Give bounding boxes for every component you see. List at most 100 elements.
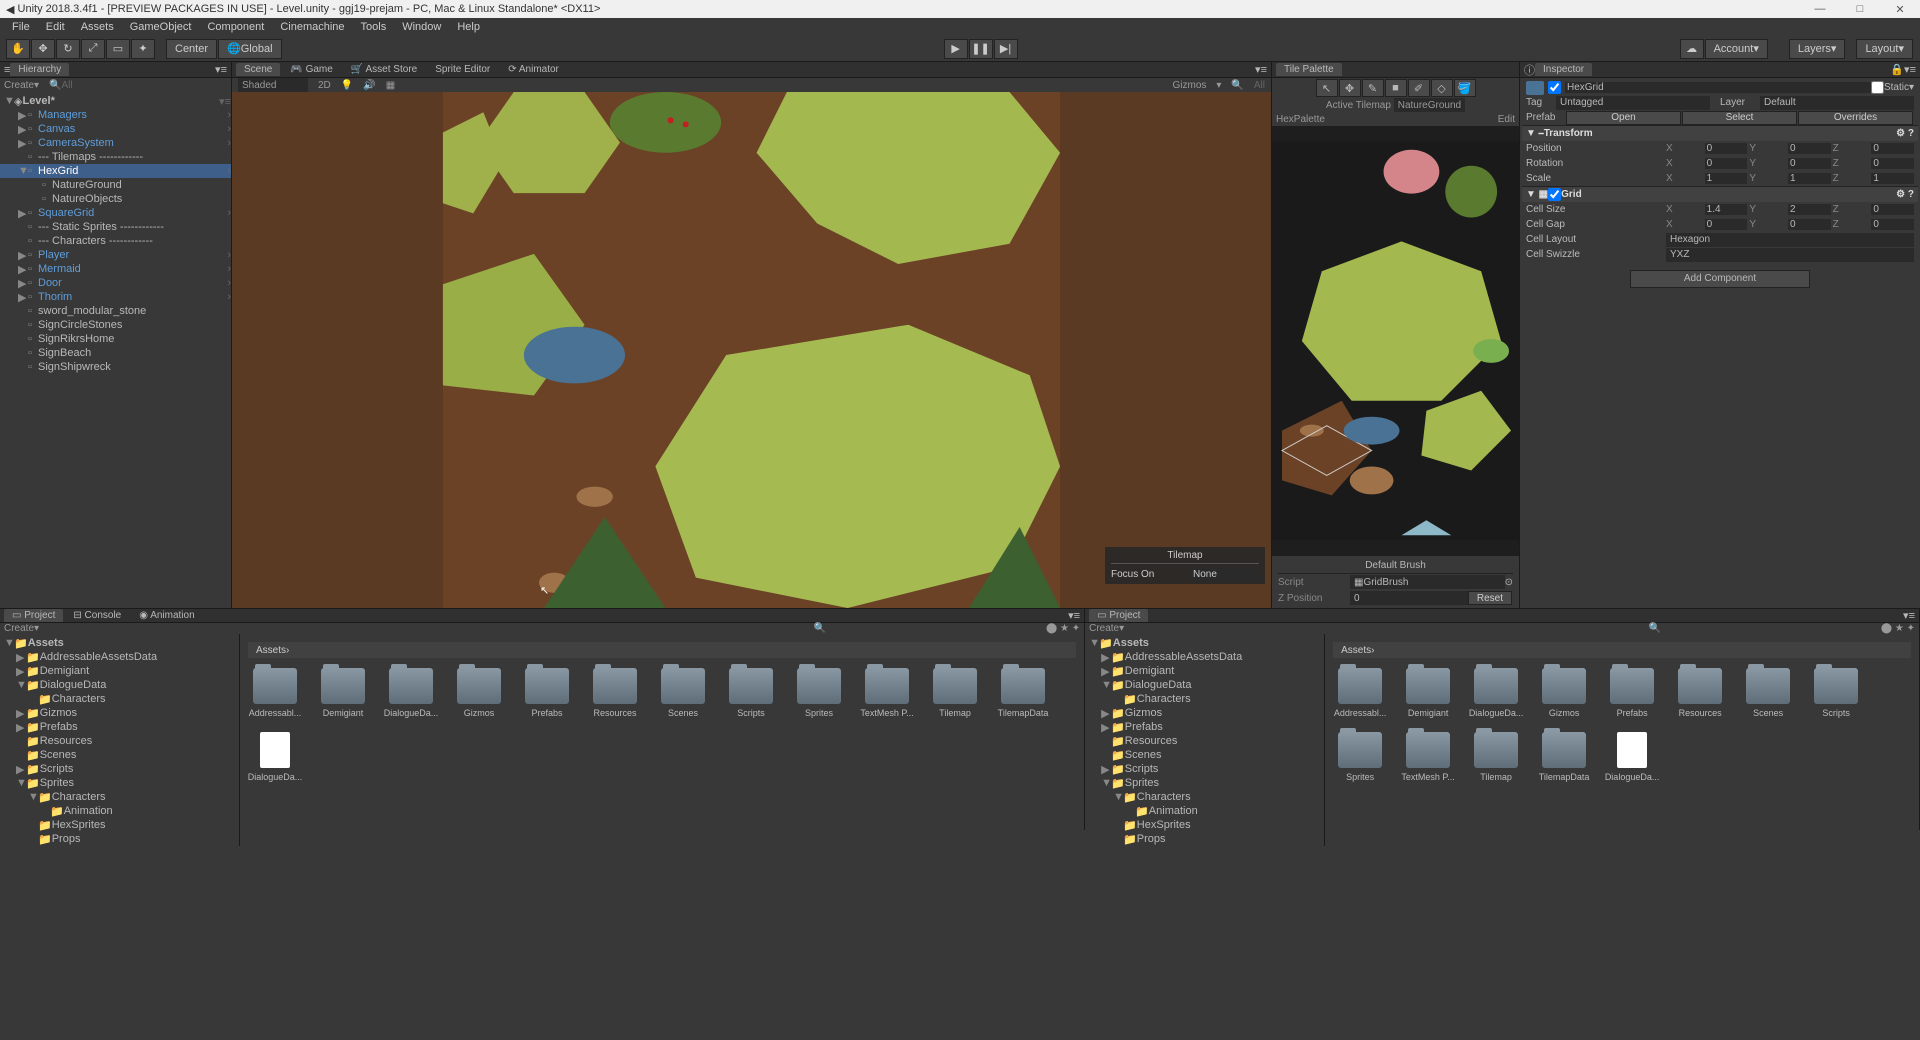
scene-root[interactable]: ▼◈ Level* ▾≡ — [0, 94, 231, 108]
folder-item[interactable]: Sprites — [792, 668, 846, 718]
hierarchy-item[interactable]: ▫--- Characters ------------ — [0, 234, 231, 248]
hierarchy-item[interactable]: ▫NatureGround — [0, 178, 231, 192]
menu-cinemachine[interactable]: Cinemachine — [272, 21, 352, 33]
tree-item[interactable]: ▼📁 Sprites — [1085, 776, 1324, 790]
hierarchy-item[interactable]: ▫sword_modular_stone — [0, 304, 231, 318]
hierarchy-item[interactable]: ▫NatureObjects — [0, 192, 231, 206]
search-icon[interactable]: 🔍 — [1648, 623, 1660, 634]
hierarchy-item[interactable]: ▫SignCircleStones — [0, 318, 231, 332]
tree-item[interactable]: ▶📁 AddressableAssetsData — [0, 650, 239, 664]
project-grid-right[interactable]: Assets › Addressabl...DemigiantDialogueD… — [1325, 634, 1919, 846]
hierarchy-item[interactable]: ▶▫Thorim› — [0, 290, 231, 304]
layout-dropdown[interactable]: Layout ▾ — [1856, 39, 1913, 59]
menu-window[interactable]: Window — [394, 21, 449, 33]
folder-item[interactable]: Prefabs — [1605, 668, 1659, 718]
minimize-button[interactable]: — — [1800, 3, 1840, 15]
palette-viewport[interactable] — [1272, 126, 1519, 556]
overlay-focus-dropdown[interactable]: None — [1189, 567, 1259, 581]
transform-header[interactable]: ▼ ⎯ Transform⚙ ? — [1522, 125, 1918, 141]
folder-item[interactable]: Scenes — [656, 668, 710, 718]
folder-item[interactable]: Scenes — [1741, 668, 1795, 718]
tree-item[interactable]: 📁 Props — [0, 832, 239, 846]
reset-button[interactable]: Reset — [1468, 591, 1512, 605]
folder-item[interactable]: Resources — [1673, 668, 1727, 718]
z-value[interactable]: 0 — [1350, 591, 1468, 605]
tree-item[interactable]: ▶📁 Demigiant — [1085, 664, 1324, 678]
palette-name[interactable]: HexPalette — [1276, 114, 1325, 125]
box-tool[interactable]: ■ — [1385, 79, 1407, 97]
folder-item[interactable]: Addressabl... — [1333, 668, 1387, 718]
tab-animator[interactable]: ⟳ Animator — [500, 63, 567, 76]
hierarchy-item[interactable]: ▶▫CameraSystem› — [0, 136, 231, 150]
cell-layout-dropdown[interactable]: Hexagon — [1666, 233, 1914, 247]
tree-item[interactable]: ▶📁 AddressableAssetsData — [1085, 650, 1324, 664]
menu-file[interactable]: File — [4, 21, 38, 33]
menu-edit[interactable]: Edit — [38, 21, 73, 33]
brush-tool[interactable]: ✎ — [1362, 79, 1384, 97]
eraser-tool[interactable]: ◇ — [1431, 79, 1453, 97]
tree-item[interactable]: ▶📁 Prefabs — [0, 720, 239, 734]
panel-menu-icon[interactable]: ▾≡ — [1255, 63, 1267, 76]
select-tool[interactable]: ↖ — [1316, 79, 1338, 97]
tilepalette-tab[interactable]: Tile Palette — [1276, 63, 1342, 76]
tree-item[interactable]: ▼📁 Characters — [1085, 790, 1324, 804]
hierarchy-item[interactable]: ▶▫Managers› — [0, 108, 231, 122]
hierarchy-item[interactable]: ▼▫HexGrid› — [0, 164, 231, 178]
hierarchy-create[interactable]: Create — [4, 80, 34, 91]
file-item[interactable]: DialogueDa... — [1605, 732, 1659, 782]
folder-item[interactable]: Sprites — [1333, 732, 1387, 782]
project-tree-right[interactable]: ▼📁 Assets▶📁 AddressableAssetsData▶📁 Demi… — [1085, 634, 1325, 846]
tree-item[interactable]: ▶📁 Scripts — [1085, 762, 1324, 776]
layer-dropdown[interactable]: Default — [1760, 96, 1914, 110]
breadcrumb-r[interactable]: Assets — [1341, 645, 1371, 656]
tree-item[interactable]: ▼📁 Assets — [1085, 636, 1324, 650]
close-button[interactable]: ✕ — [1880, 3, 1920, 16]
transform-tool[interactable]: ✦ — [131, 39, 155, 59]
tree-item[interactable]: 📁 Resources — [0, 734, 239, 748]
tree-item[interactable]: 📁 Resources — [1085, 734, 1324, 748]
folder-item[interactable]: DialogueDa... — [1469, 668, 1523, 718]
menu-assets[interactable]: Assets — [73, 21, 122, 33]
layers-dropdown[interactable]: Layers ▾ — [1789, 39, 1846, 59]
tree-item[interactable]: 📁 HexSprites — [0, 818, 239, 832]
grid-header[interactable]: ▼ ▦ Grid⚙ ? — [1522, 186, 1918, 202]
cell-swizzle-dropdown[interactable]: YXZ — [1666, 248, 1914, 262]
search-icon[interactable]: 🔍 — [814, 623, 826, 634]
static-checkbox[interactable] — [1871, 81, 1884, 94]
project-tree-left[interactable]: ▼📁 Assets▶📁 AddressableAssetsData▶📁 Demi… — [0, 634, 240, 846]
shading-mode[interactable]: Shaded — [238, 78, 308, 92]
hierarchy-item[interactable]: ▫--- Static Sprites ------------ — [0, 220, 231, 234]
hierarchy-tab[interactable]: Hierarchy — [10, 63, 69, 76]
tree-item[interactable]: ▶📁 Prefabs — [1085, 720, 1324, 734]
menu-component[interactable]: Component — [199, 21, 272, 33]
folder-item[interactable]: Resources — [588, 668, 642, 718]
folder-item[interactable]: Scripts — [724, 668, 778, 718]
tree-item[interactable]: ▶📁 Demigiant — [0, 664, 239, 678]
prefab-overrides[interactable]: Overrides — [1798, 111, 1913, 125]
prefab-open[interactable]: Open — [1566, 111, 1681, 125]
tree-item[interactable]: ▶📁 Scripts — [0, 762, 239, 776]
play-button[interactable]: ▶ — [944, 39, 968, 59]
project-create[interactable]: Create — [4, 623, 34, 634]
tree-item[interactable]: ▼📁 Assets — [0, 636, 239, 650]
hierarchy-item[interactable]: ▶▫Door› — [0, 276, 231, 290]
folder-item[interactable]: Gizmos — [452, 668, 506, 718]
folder-item[interactable]: Addressabl... — [248, 668, 302, 718]
hierarchy-item[interactable]: ▫SignRikrsHome — [0, 332, 231, 346]
pivot-toggle[interactable]: Center — [166, 39, 217, 59]
folder-item[interactable]: TilemapData — [1537, 732, 1591, 782]
folder-item[interactable]: TilemapData — [996, 668, 1050, 718]
move-tool[interactable]: ✥ — [1339, 79, 1361, 97]
tab-project[interactable]: ▭ Project — [4, 609, 63, 622]
tree-item[interactable]: ▶📁 Gizmos — [0, 706, 239, 720]
hierarchy-search[interactable]: All — [62, 80, 73, 91]
account-dropdown[interactable]: Account ▾ — [1705, 39, 1768, 59]
scene-viewport[interactable]: Tilemap Focus On None ↖ — [232, 92, 1271, 608]
folder-item[interactable]: Gizmos — [1537, 668, 1591, 718]
file-item[interactable]: DialogueDa... — [248, 732, 302, 782]
folder-item[interactable]: TextMesh P... — [1401, 732, 1455, 782]
tab-spriteeditor[interactable]: Sprite Editor — [427, 63, 498, 76]
cloud-button[interactable]: ☁ — [1680, 39, 1704, 59]
rect-tool[interactable]: ▭ — [106, 39, 130, 59]
hierarchy-item[interactable]: ▶▫Mermaid› — [0, 262, 231, 276]
